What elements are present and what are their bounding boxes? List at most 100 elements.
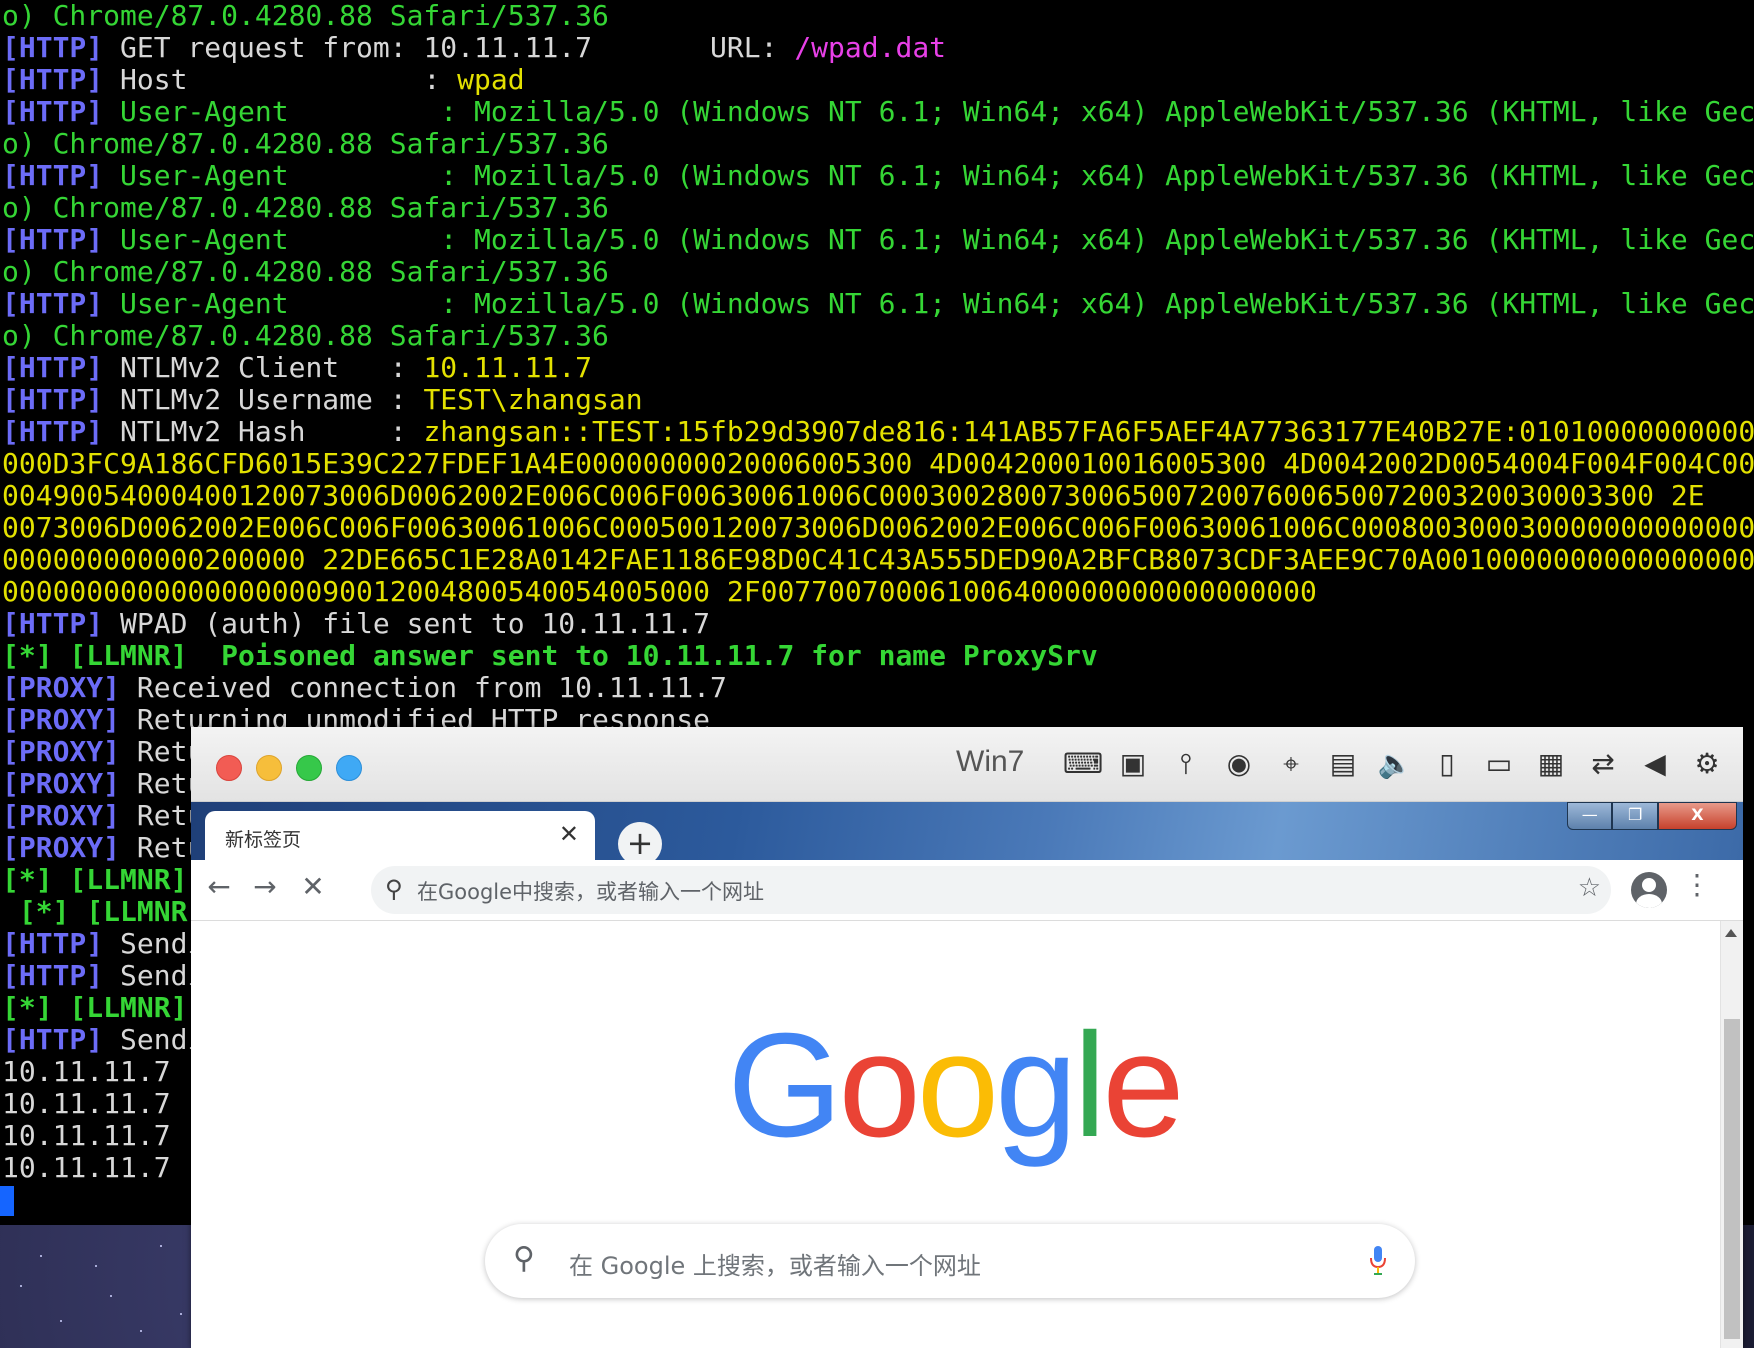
logo-letter: o	[838, 1003, 920, 1168]
terminal-line: 0000000000000000000900120048005400540050…	[0, 576, 1754, 608]
keyboard-icon[interactable]: ⌨	[1063, 749, 1103, 779]
vm-title: Win7	[956, 745, 1025, 778]
wallpaper-star	[180, 1313, 182, 1315]
terminal-segment: o) Chrome/87.0.4280.88 Safari/537.36	[2, 191, 609, 224]
wallpaper-star	[140, 1330, 142, 1332]
minimize-window-button[interactable]	[256, 755, 282, 781]
forward-icon[interactable]: →	[245, 870, 285, 903]
terminal-line: o) Chrome/87.0.4280.88 Safari/537.36	[0, 256, 1754, 288]
terminal-segment: [PROXY]	[2, 767, 121, 800]
terminal-line: [HTTP] NTLMv2 Hash : zhangsan::TEST:15fb…	[0, 416, 1754, 448]
terminal-segment: [HTTP]	[2, 63, 104, 96]
terminal-segment: User-Agent :	[103, 287, 475, 320]
usb-icon[interactable]: ⫯	[1166, 749, 1206, 779]
address-bar-placeholder: 在Google中搜索，或者输入一个网址	[417, 880, 765, 904]
logo-letter: e	[1102, 1003, 1184, 1168]
terminal-segment: NTLMv2 Hash :	[103, 415, 424, 448]
floppy-save-icon[interactable]: ▤	[1323, 749, 1363, 779]
speaker-icon[interactable]: 🔈	[1375, 749, 1415, 779]
tab-new-tab[interactable]: 新标签页 ✕	[205, 811, 595, 862]
vm-titlebar[interactable]: Win7 ⌨ ▣ ⫯ ◉ ⌖ ▤ 🔈 ▯ ▭ ▦ ⇄ ◀ ⚙	[191, 727, 1743, 802]
search-icon: ⚲	[513, 1241, 535, 1276]
search-icon: ⚲	[385, 875, 403, 903]
wallpaper-star	[95, 1265, 97, 1267]
vm-window[interactable]: Win7 ⌨ ▣ ⫯ ◉ ⌖ ▤ 🔈 ▯ ▭ ▦ ⇄ ◀ ⚙ 新标签页 ✕ + …	[191, 727, 1743, 1348]
terminal-segment: o) Chrome/87.0.4280.88 Safari/537.36	[2, 0, 609, 32]
terminal-segment: o) Chrome/87.0.4280.88 Safari/537.36	[2, 127, 609, 160]
minimize-button[interactable]: —	[1567, 802, 1613, 830]
address-bar[interactable]: ⚲ 在Google中搜索，或者输入一个网址 ☆	[371, 866, 1611, 914]
terminal-line: [HTTP] User-Agent : Mozilla/5.0 (Windows…	[0, 96, 1754, 128]
back-icon[interactable]: ←	[199, 870, 239, 903]
close-window-button[interactable]	[216, 755, 242, 781]
terminal-segment: Host :	[103, 63, 458, 96]
terminal-segment: WPAD (auth) file sent to 10.11.11.7	[103, 607, 711, 640]
terminal-icon[interactable]: ▦	[1531, 749, 1571, 779]
logo-letter: l	[1073, 1003, 1106, 1168]
terminal-segment: [PROXY]	[2, 671, 121, 704]
terminal-segment: User-Agent :	[103, 223, 475, 256]
page-scrollbar[interactable]	[1720, 921, 1743, 1348]
terminal-line: [HTTP] User-Agent : Mozilla/5.0 (Windows…	[0, 160, 1754, 192]
terminal-segment: 10.11.11.7 -	[2, 1119, 205, 1152]
terminal-segment: Sendi	[103, 1023, 205, 1056]
logo-letter: o	[916, 1003, 999, 1168]
terminal-segment: [HTTP]	[2, 159, 104, 192]
terminal-segment: [HTTP]	[2, 287, 104, 320]
network-icon[interactable]: ⌖	[1271, 749, 1311, 779]
terminal-line: [HTTP] User-Agent : Mozilla/5.0 (Windows…	[0, 288, 1754, 320]
terminal-segment: [*] [LLMNR]	[2, 895, 205, 928]
terminal-segment: [HTTP]	[2, 351, 104, 384]
tab-close-icon[interactable]: ✕	[559, 820, 579, 848]
terminal-segment: [HTTP]	[2, 415, 104, 448]
close-button[interactable]: X	[1657, 802, 1737, 830]
fullscreen-button[interactable]	[336, 755, 362, 781]
cpu-icon[interactable]: ▣	[1113, 749, 1153, 779]
terminal-segment: o) Chrome/87.0.4280.88 Safari/537.36	[2, 255, 609, 288]
terminal-segment: [HTTP]	[2, 927, 104, 960]
maximize-button[interactable]: ❐	[1612, 802, 1658, 830]
terminal-segment: [*] [LLMNR] Poisoned answer sent to 10.1…	[2, 639, 1098, 672]
stop-loading-icon[interactable]: ✕	[293, 870, 333, 903]
terminal-segment: [HTTP]	[2, 1023, 104, 1056]
shared-folder-icon[interactable]: ⇄	[1583, 749, 1623, 779]
terminal-line: [HTTP] Host : wpad	[0, 64, 1754, 96]
storage-icon[interactable]: ▯	[1427, 749, 1467, 779]
terminal-segment: NTLMv2 Client :	[103, 351, 424, 384]
terminal-segment: [PROXY]	[2, 799, 121, 832]
profile-avatar-icon[interactable]	[1631, 872, 1667, 908]
terminal-line: [HTTP] GET request from: 10.11.11.7 URL:…	[0, 32, 1754, 64]
new-tab-page: Google ⚲ 在 Google 上搜索，或者输入一个网址	[191, 921, 1743, 1348]
terminal-segment: 000000000000200000 22DE665C1E28A0142FAE1…	[2, 543, 1754, 576]
zoom-window-button[interactable]	[296, 755, 322, 781]
terminal-segment: /wpad.dat	[794, 31, 947, 64]
terminal-segment: Mozilla/5.0 (Windows NT 6.1; Win64; x64)…	[474, 159, 1754, 192]
terminal-segment: 0073006D0062002E006C006F00630061006C0005…	[2, 511, 1754, 544]
disc-icon[interactable]: ◉	[1219, 749, 1259, 779]
terminal-segment: User-Agent :	[103, 159, 475, 192]
terminal-segment: o) Chrome/87.0.4280.88 Safari/537.36	[2, 319, 609, 352]
google-logo: Google	[191, 1011, 1717, 1161]
terminal-line: [*] [LLMNR] Poisoned answer sent to 10.1…	[0, 640, 1754, 672]
gear-icon[interactable]: ⚙	[1687, 749, 1727, 779]
terminal-line: [HTTP] User-Agent : Mozilla/5.0 (Windows…	[0, 224, 1754, 256]
wallpaper-star	[160, 1245, 162, 1247]
arrow-left-icon[interactable]: ◀	[1635, 749, 1675, 779]
terminal-cursor	[0, 1186, 14, 1216]
google-search-box[interactable]: ⚲ 在 Google 上搜索，或者输入一个网址	[485, 1224, 1415, 1298]
camera-icon[interactable]: ▭	[1479, 749, 1519, 779]
more-menu-icon[interactable]: ⋮	[1683, 868, 1711, 901]
terminal-line: o) Chrome/87.0.4280.88 Safari/537.36	[0, 320, 1754, 352]
browser-toolbar: ← → ✕ ⚲ 在Google中搜索，或者输入一个网址 ☆ ⋮	[191, 860, 1743, 921]
bookmark-star-icon[interactable]: ☆	[1578, 873, 1601, 903]
terminal-segment: zhangsan::TEST:15fb29d3907de816:141AB57F…	[423, 415, 1754, 448]
scroll-up-icon[interactable]	[1725, 929, 1737, 937]
terminal-segment: 10.11.11.7 -	[2, 1087, 205, 1120]
terminal-line: o) Chrome/87.0.4280.88 Safari/537.36	[0, 128, 1754, 160]
terminal-segment: 10.11.11.7 -	[2, 1055, 205, 1088]
terminal-line: [HTTP] WPAD (auth) file sent to 10.11.11…	[0, 608, 1754, 640]
scrollbar-thumb[interactable]	[1724, 1019, 1740, 1339]
terminal-segment: Sendi	[103, 959, 205, 992]
terminal-line: o) Chrome/87.0.4280.88 Safari/537.36	[0, 0, 1754, 32]
microphone-icon[interactable]	[1370, 1246, 1386, 1276]
